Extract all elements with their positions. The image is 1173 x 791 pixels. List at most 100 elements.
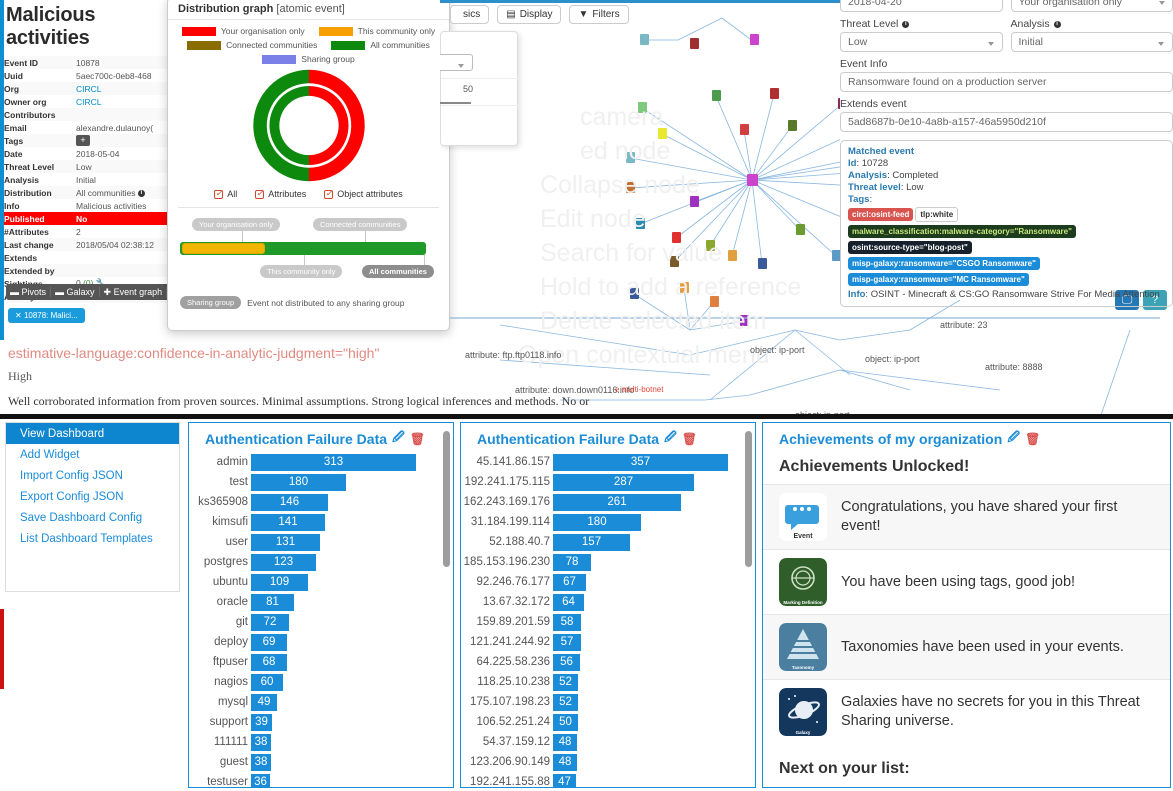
- graph-node[interactable]: [626, 152, 635, 163]
- tag-chip[interactable]: osint:source-type="blog-post": [848, 241, 972, 254]
- display-button[interactable]: ▤ Display: [497, 5, 562, 24]
- event-tab-chip[interactable]: ✕ 10878: Malici...: [8, 308, 85, 323]
- checkbox-icon[interactable]: [255, 188, 265, 199]
- graph-node[interactable]: [747, 174, 758, 186]
- event-attribute-key: Owner org: [4, 96, 47, 107]
- checkbox-icon[interactable]: [214, 188, 224, 199]
- event-toolbar-galaxy[interactable]: ▬ Galaxy: [51, 287, 100, 297]
- info-icon[interactable]: i: [1053, 20, 1061, 28]
- graph-settings-slider[interactable]: [440, 102, 471, 104]
- graph-node[interactable]: [630, 288, 639, 299]
- graph-node[interactable]: [710, 296, 719, 307]
- org-link[interactable]: CIRCL: [76, 97, 102, 107]
- galaxy-badge-icon: Galaxy: [779, 688, 827, 736]
- graph-node[interactable]: [758, 258, 767, 269]
- bar-value: 81: [251, 593, 294, 611]
- edit-icon[interactable]: 🖉: [1007, 428, 1020, 449]
- bar-row: 106.52.251.24 50: [461, 712, 755, 732]
- distribution-slider[interactable]: Your organisation only Connected communi…: [180, 218, 437, 280]
- tag-chip[interactable]: malware_classification:malware-category=…: [848, 225, 1076, 238]
- graph-toolbar[interactable]: sics ▤ Display ▼ Filters: [450, 5, 629, 24]
- graph-node[interactable]: [796, 224, 805, 235]
- dashboard-menu-item-list-dashboard-templates[interactable]: List Dashboard Templates: [6, 528, 179, 549]
- distribution-checkbox-attributes[interactable]: Attributes: [255, 188, 306, 199]
- event-attribute-row: Last change 2018/05/04 02:38:12: [0, 238, 172, 251]
- date-field[interactable]: 2018-04-20: [840, 0, 1003, 12]
- graph-node[interactable]: [626, 182, 635, 193]
- matched-event-title: Matched event: [848, 146, 914, 157]
- dashboard-menu[interactable]: View Dashboard Add Widget Import Config JS…: [5, 422, 180, 592]
- tag-chip[interactable]: misp-galaxy:ransomware="MC Ransomware": [848, 273, 1029, 286]
- event-attribute-row: Analysis Initial: [0, 173, 172, 186]
- graph-node[interactable]: [740, 124, 749, 135]
- close-icon[interactable]: ✕: [15, 311, 22, 320]
- graph-settings-popup[interactable]: 50: [440, 31, 519, 146]
- edit-icon[interactable]: 🖉: [392, 428, 405, 449]
- dashboard-menu-item-save-dashboard-config[interactable]: Save Dashboard Config: [6, 507, 179, 528]
- checkbox-icon[interactable]: [324, 188, 334, 199]
- org-link[interactable]: CIRCL: [76, 84, 102, 94]
- dashboard-menu-item-add-widget[interactable]: Add Widget: [6, 444, 179, 465]
- event-toolbar-pivots[interactable]: ▬ Pivots: [6, 287, 52, 297]
- widget-achievements[interactable]: Achievements of my organization 🖉 🗑 Achi…: [762, 422, 1171, 788]
- info-icon[interactable]: i: [902, 20, 910, 28]
- graph-node[interactable]: [680, 282, 689, 293]
- bar-value: 48: [553, 733, 577, 751]
- graph-node[interactable]: [740, 315, 749, 326]
- graph-node[interactable]: [658, 128, 667, 139]
- graph-node[interactable]: [706, 240, 715, 251]
- graph-node[interactable]: [712, 90, 721, 101]
- add-tag-button[interactable]: +: [76, 135, 90, 146]
- graph-node[interactable]: [788, 120, 797, 131]
- event-info-field[interactable]: Ransomware found on a production server: [840, 72, 1173, 92]
- edit-icon[interactable]: 🖉: [664, 428, 677, 449]
- slider-track[interactable]: [180, 242, 426, 255]
- event-attribute-row: Extended by: [0, 264, 172, 277]
- graph-node[interactable]: [750, 34, 759, 45]
- graph-node[interactable]: [672, 232, 681, 243]
- distribution-checkbox-row[interactable]: All Attributes Object attributes: [168, 188, 449, 199]
- bar-row: 162.243.169.176 261: [461, 492, 755, 512]
- info-icon[interactable]: i: [137, 189, 145, 197]
- graph-node[interactable]: [770, 88, 779, 99]
- graph-node[interactable]: [690, 38, 699, 49]
- filters-button[interactable]: ▼ Filters: [569, 5, 629, 24]
- threat-level-select[interactable]: Low: [840, 32, 1003, 52]
- graph-node[interactable]: [640, 34, 649, 45]
- delete-icon[interactable]: 🗑: [410, 432, 425, 446]
- distribution-select[interactable]: Your organisation only: [1010, 0, 1173, 12]
- event-attribute-key: Contributors: [4, 109, 56, 120]
- tag-chip[interactable]: tlp:white: [915, 207, 959, 222]
- event-attribute-key: #Attributes: [4, 226, 49, 237]
- bar-row: 92.246.76.177 67: [461, 572, 755, 592]
- divider: [441, 78, 519, 79]
- distribution-checkbox-object-attributes[interactable]: Object attributes: [324, 188, 403, 199]
- dashboard-menu-item-import-config-json[interactable]: Import Config JSON: [6, 465, 179, 486]
- event-toolbar-event-graph[interactable]: ✚ Event graph: [100, 286, 168, 298]
- graph-settings-input[interactable]: [440, 54, 473, 71]
- bar-row: guest 38: [189, 752, 453, 772]
- widget1-scrollbar[interactable]: [443, 431, 450, 567]
- tag-chip[interactable]: misp-galaxy:ransomware="CSGO Ransomware": [848, 257, 1040, 270]
- dashboard-menu-item-export-config-json[interactable]: Export Config JSON: [6, 486, 179, 507]
- event-attribute-row: Event ID 10878: [0, 56, 172, 69]
- analysis-select[interactable]: Initial: [1010, 32, 1173, 52]
- extends-event-field[interactable]: 5ad8687b-0e10-4a8b-a157-46a5950d210f: [840, 112, 1173, 132]
- slider-handle-range[interactable]: [182, 243, 265, 254]
- graph-node[interactable]: [728, 250, 737, 261]
- delete-icon[interactable]: 🗑: [1025, 432, 1040, 446]
- widget2-scrollbar[interactable]: [745, 431, 752, 567]
- graph-node[interactable]: [636, 218, 645, 229]
- graph-node[interactable]: [638, 102, 647, 113]
- widget-authentication-failure-users[interactable]: Authentication Failure Data 🖉 🗑 admin 313…: [188, 422, 454, 788]
- physics-button[interactable]: sics: [450, 5, 490, 24]
- graph-node[interactable]: [670, 256, 679, 267]
- dashboard-menu-item-view-dashboard[interactable]: View Dashboard: [6, 423, 179, 444]
- tag-chip[interactable]: circl:osint-feed: [848, 208, 914, 221]
- bar-label: 64.225.58.236: [476, 656, 550, 668]
- event-attribute-value: 5aec700c-0eb8-468: [76, 70, 152, 81]
- delete-icon[interactable]: 🗑: [682, 432, 697, 446]
- graph-node[interactable]: [690, 196, 699, 207]
- widget-authentication-failure-ips[interactable]: Authentication Failure Data 🖉 🗑 45.141.8…: [460, 422, 756, 788]
- distribution-checkbox-all[interactable]: All: [214, 188, 237, 199]
